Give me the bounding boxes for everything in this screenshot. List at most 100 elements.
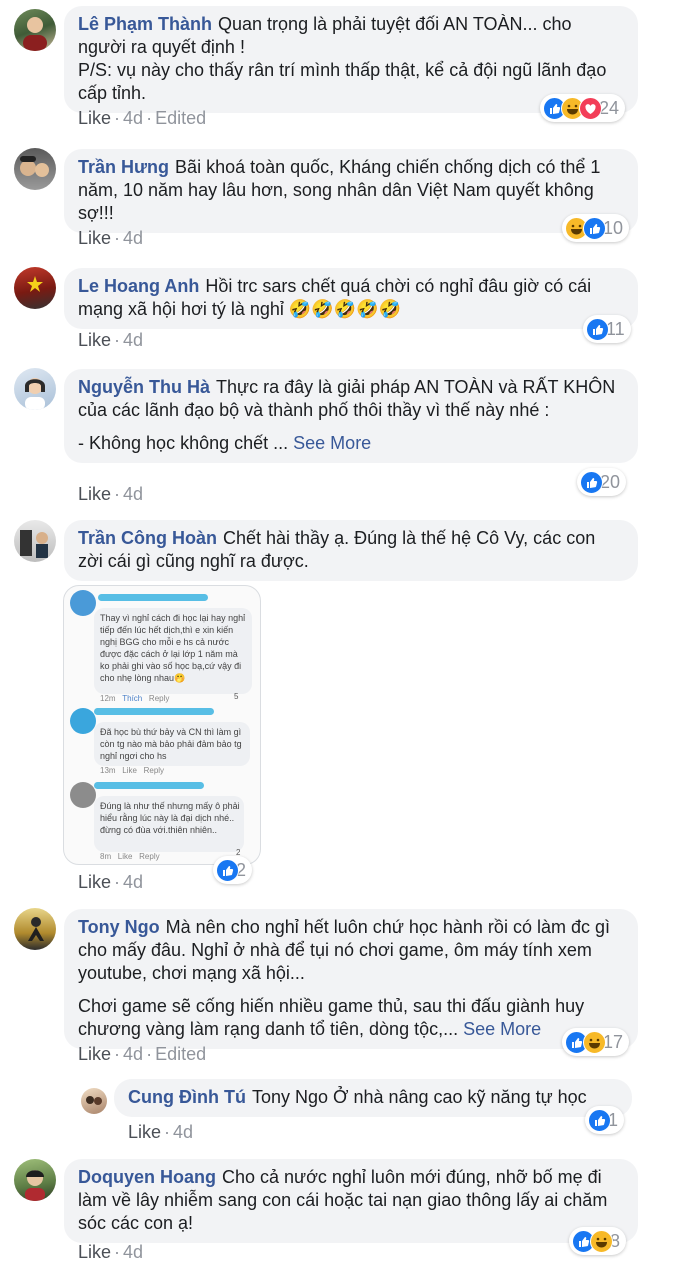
like-reaction-icon bbox=[586, 317, 609, 341]
haha-reaction-icon bbox=[583, 1030, 606, 1054]
reactions-summary[interactable]: 11 bbox=[583, 315, 631, 343]
comment-bubble: Doquyen Hoang Cho cả nước nghỉ luôn mới đ… bbox=[64, 1159, 638, 1243]
reactions-summary[interactable]: 2 bbox=[213, 856, 253, 884]
avatar[interactable] bbox=[14, 267, 56, 309]
author-name[interactable]: Le Hoang Anh bbox=[78, 276, 199, 296]
reactions-summary[interactable]: 20 bbox=[577, 468, 627, 496]
reactions-summary[interactable]: 8 bbox=[569, 1227, 627, 1255]
timestamp[interactable]: 4d bbox=[123, 1242, 143, 1262]
comment-meta: Like · 4d bbox=[78, 872, 144, 892]
redaction-scribble bbox=[94, 782, 204, 789]
message-meta: 12m Thích Reply bbox=[100, 694, 169, 703]
comment-meta: Like · 4d bbox=[128, 1122, 194, 1142]
comment-bubble: Trần Hưng Bãi khoá toàn quốc, Kháng chiến… bbox=[64, 149, 638, 233]
haha-reaction-icon bbox=[590, 1229, 613, 1253]
message-reply: Reply bbox=[148, 694, 170, 703]
like-reaction-icon bbox=[588, 1108, 611, 1132]
avatar[interactable] bbox=[14, 9, 56, 51]
comment-meta: Like · 4d bbox=[78, 228, 144, 248]
reaction-count: 20 bbox=[600, 471, 621, 492]
like-link[interactable]: Like bbox=[78, 872, 111, 892]
author-name[interactable]: Trần Hưng bbox=[78, 157, 169, 177]
comment-text: - Không học không chết ... bbox=[78, 433, 289, 453]
like-link[interactable]: Like bbox=[78, 1242, 111, 1262]
author-name[interactable]: Cung Đình Tú bbox=[128, 1087, 246, 1107]
edited-label[interactable]: Edited bbox=[155, 108, 206, 128]
like-link[interactable]: Like bbox=[128, 1122, 161, 1142]
like-reaction-icon bbox=[216, 858, 239, 882]
comment-bubble: Le Hoang Anh Hồi trc sars chết quá chời c… bbox=[64, 268, 638, 329]
comment-image-attachment[interactable]: Thay vì nghỉ cách đi học lại hay nghỉ ti… bbox=[63, 585, 261, 865]
redaction-scribble bbox=[98, 594, 208, 601]
author-name[interactable]: Nguyễn Thu Hà bbox=[78, 377, 210, 397]
message-reply: Reply bbox=[143, 766, 165, 775]
message-time: 13m bbox=[100, 766, 116, 775]
reactions-summary[interactable]: 17 bbox=[562, 1028, 630, 1056]
avatar[interactable] bbox=[14, 368, 56, 410]
comment-bubble: Trần Công Hoàn Chết hài thầy ạ. Đúng là t… bbox=[64, 520, 638, 581]
see-more-link[interactable]: See More bbox=[293, 433, 371, 453]
message-time: 12m bbox=[100, 694, 116, 703]
author-name[interactable]: Doquyen Hoang bbox=[78, 1167, 216, 1187]
like-link[interactable]: Like bbox=[78, 228, 111, 248]
avatar bbox=[70, 590, 96, 616]
reactions-summary[interactable]: 1 bbox=[585, 1106, 625, 1134]
message-meta: 8m Like Reply bbox=[100, 852, 160, 861]
edited-label[interactable]: Edited bbox=[155, 1044, 206, 1064]
message-time: 8m bbox=[100, 852, 112, 861]
timestamp[interactable]: 4d bbox=[123, 108, 143, 128]
avatar[interactable] bbox=[81, 1088, 107, 1114]
comment-meta: Like · 4d · Edited bbox=[78, 1044, 207, 1064]
reaction-count: 24 bbox=[599, 97, 620, 118]
reactions-summary[interactable]: 10 bbox=[562, 214, 630, 242]
author-name[interactable]: Trần Công Hoàn bbox=[78, 528, 217, 548]
reaction-count: 10 bbox=[603, 217, 624, 238]
timestamp[interactable]: 4d bbox=[123, 872, 143, 892]
redaction-scribble bbox=[94, 708, 214, 715]
like-reaction-icon bbox=[580, 470, 603, 494]
message-text: Thay vì nghỉ cách đi học lại hay nghỉ ti… bbox=[100, 613, 246, 683]
like-link[interactable]: Like bbox=[78, 484, 111, 504]
message-like: Thích bbox=[122, 694, 143, 703]
avatar[interactable] bbox=[14, 520, 56, 562]
message-text: Đã học bù thứ bảy và CN thì làm gì còn t… bbox=[100, 727, 242, 761]
timestamp[interactable]: 4d bbox=[173, 1122, 193, 1142]
author-name[interactable]: Lê Phạm Thành bbox=[78, 14, 212, 34]
message-reply: Reply bbox=[139, 852, 160, 861]
like-link[interactable]: Like bbox=[78, 1044, 111, 1064]
comment-meta: Like · 4d bbox=[78, 1242, 144, 1262]
message-text: Đúng là như thế nhưng mấy ô phải hiểu rằ… bbox=[100, 801, 240, 835]
avatar[interactable] bbox=[14, 148, 56, 190]
love-reaction-icon bbox=[579, 96, 602, 120]
message-reaction-count: 5 bbox=[234, 692, 239, 701]
message-like: Like bbox=[122, 766, 137, 775]
reaction-count: 17 bbox=[603, 1031, 624, 1052]
comment-text: P/S: vụ này cho thấy rân trí mình thấp t… bbox=[78, 60, 607, 103]
timestamp[interactable]: 4d bbox=[123, 484, 143, 504]
message-bubble: Thay vì nghỉ cách đi học lại hay nghỉ ti… bbox=[94, 608, 252, 694]
like-link[interactable]: Like bbox=[78, 330, 111, 350]
message-meta: 13m Like Reply bbox=[100, 766, 164, 775]
comment-meta: Like · 4d bbox=[78, 484, 144, 504]
comment-bubble: Cung Đình Tú Tony Ngo Ở nhà nâng cao kỹ n… bbox=[114, 1079, 632, 1117]
see-more-link[interactable]: See More bbox=[463, 1019, 541, 1039]
like-reaction-icon bbox=[583, 216, 606, 240]
message-bubble: Đã học bù thứ bảy và CN thì làm gì còn t… bbox=[94, 722, 250, 766]
avatar bbox=[70, 708, 96, 734]
reactions-summary[interactable]: 24 bbox=[540, 94, 626, 122]
avatar[interactable] bbox=[14, 1159, 56, 1201]
message-bubble: Đúng là như thế nhưng mấy ô phải hiểu rằ… bbox=[94, 796, 244, 852]
avatar[interactable] bbox=[14, 908, 56, 950]
comment-meta: Like · 4d bbox=[78, 330, 144, 350]
message-like: Like bbox=[117, 852, 133, 861]
avatar bbox=[70, 782, 96, 808]
comment-bubble: Nguyễn Thu Hà Thực ra đây là giải pháp AN… bbox=[64, 369, 638, 463]
comment-meta: Like · 4d · Edited bbox=[78, 108, 207, 128]
comment-bubble: Tony Ngo Mà nên cho nghỉ hết luôn chứ học… bbox=[64, 909, 638, 1049]
timestamp[interactable]: 4d bbox=[123, 1044, 143, 1064]
timestamp[interactable]: 4d bbox=[123, 330, 143, 350]
author-name[interactable]: Tony Ngo bbox=[78, 917, 160, 937]
comment-text: Tony Ngo Ở nhà nâng cao kỹ năng tự học bbox=[251, 1087, 587, 1107]
like-link[interactable]: Like bbox=[78, 108, 111, 128]
timestamp[interactable]: 4d bbox=[123, 228, 143, 248]
